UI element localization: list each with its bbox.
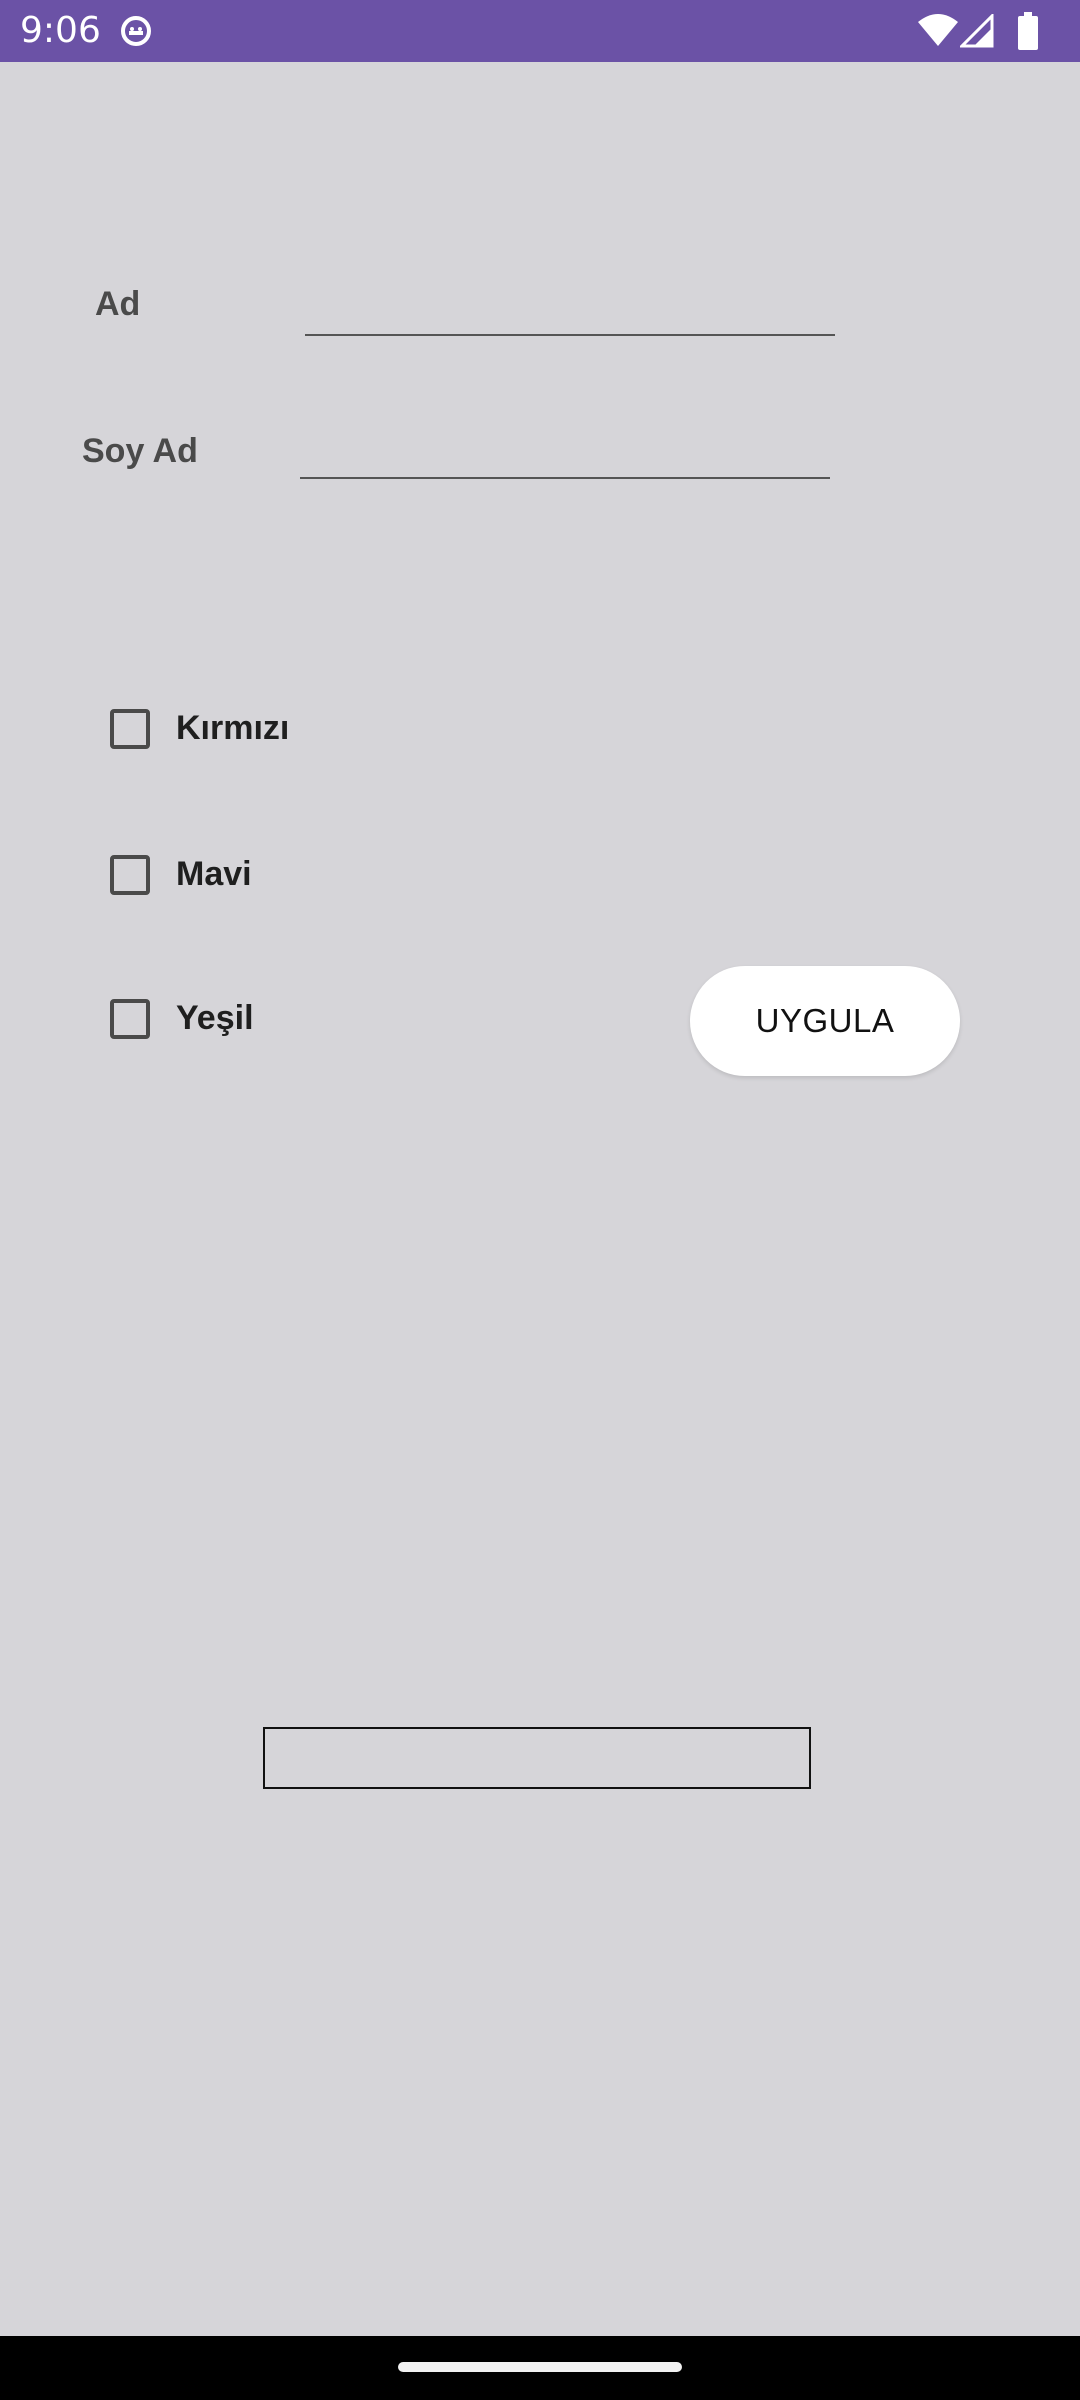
checkbox-box[interactable] (110, 709, 150, 749)
cellular-signal-icon (960, 14, 994, 48)
last-name-field[interactable] (300, 433, 830, 479)
checkbox-green-label: Yeşil (176, 999, 254, 1037)
navigation-bar (0, 2336, 1080, 2400)
android-robot-icon (121, 16, 151, 46)
status-bar: 9:06 (0, 0, 1080, 62)
first-name-field[interactable] (305, 290, 835, 336)
checkbox-red-label: Kırmızı (176, 709, 290, 747)
wifi-icon (918, 14, 958, 46)
result-output-box (263, 1727, 811, 1789)
last-name-label: Soy Ad (82, 432, 198, 470)
apply-button[interactable]: UYGULA (690, 966, 960, 1076)
checkbox-box[interactable] (110, 999, 150, 1039)
checkbox-box[interactable] (110, 855, 150, 895)
home-gesture-handle[interactable] (398, 2362, 682, 2372)
first-name-label: Ad (95, 285, 141, 323)
status-time: 9:06 (20, 10, 101, 51)
battery-icon (1018, 12, 1038, 50)
app-screen: 9:06 Ad Soy Ad Kırmızı Mavi Yeşil UYGULA (0, 0, 1080, 2400)
checkbox-blue-label: Mavi (176, 855, 252, 893)
